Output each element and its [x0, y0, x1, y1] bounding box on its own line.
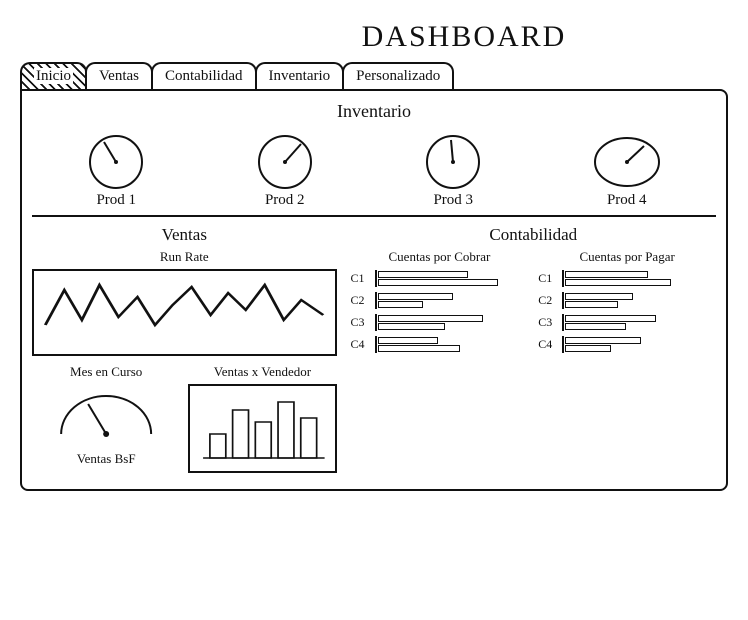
mes-en-curso-panel: Mes en Curso Ventas BsF: [32, 362, 180, 473]
bar-category-label: C4: [538, 337, 558, 352]
gauge-icon: [582, 130, 672, 190]
ventas-panel: Ventas Run Rate Mes en Curso Ventas BsF: [32, 225, 337, 473]
page-title: DASHBOARD: [20, 20, 728, 54]
bar-group: [375, 336, 529, 353]
gauge-icon: [76, 130, 156, 190]
inventory-title: Inventario: [32, 101, 716, 122]
gauge-label: Prod 4: [582, 192, 672, 209]
gauge-icon: [413, 130, 493, 190]
cuentas-cobrar-title: Cuentas por Cobrar: [351, 249, 529, 265]
bar: [565, 337, 640, 344]
bar: [378, 271, 468, 278]
bar-category-label: C2: [538, 293, 558, 308]
bar: [378, 279, 499, 286]
bar: [378, 337, 438, 344]
tab-contabilidad[interactable]: Contabilidad: [151, 62, 257, 89]
tab-inventario[interactable]: Inventario: [255, 62, 345, 89]
bar-category-label: C3: [538, 315, 558, 330]
ventas-vendedor-panel: Ventas x Vendedor: [188, 362, 336, 473]
bar-row: C3: [351, 314, 529, 331]
tab-inicio[interactable]: Inicio: [20, 62, 87, 89]
bar-group: [562, 292, 716, 309]
inventory-gauge: Prod 1: [76, 130, 156, 209]
contabilidad-title: Contabilidad: [351, 225, 716, 245]
tab-bar: Inicio Ventas Contabilidad Inventario Pe…: [20, 62, 728, 89]
bar-row: C2: [351, 292, 529, 309]
tab-label: Personalizado: [356, 68, 440, 84]
contabilidad-panel: Contabilidad Cuentas por Cobrar C1 C2 C3 C4…: [351, 225, 716, 473]
bar-row: C4: [351, 336, 529, 353]
mes-en-curso-footer: Ventas BsF: [32, 451, 180, 467]
bar: [565, 293, 633, 300]
bar-group: [562, 270, 716, 287]
gauge-label: Prod 2: [245, 192, 325, 209]
bar-group: [375, 292, 529, 309]
bar-row: C4: [538, 336, 716, 353]
bar: [378, 293, 453, 300]
bar-group: [562, 336, 716, 353]
cuentas-pagar-panel: Cuentas por Pagar C1 C2 C3 C4: [538, 249, 716, 358]
bar: [378, 315, 484, 322]
bar: [565, 323, 625, 330]
gauge-icon: [245, 130, 325, 190]
bar-group: [562, 314, 716, 331]
ventas-vendedor-title: Ventas x Vendedor: [188, 364, 336, 380]
bar-category-label: C1: [538, 271, 558, 286]
ventas-title: Ventas: [32, 225, 337, 245]
gauge-label: Prod 1: [76, 192, 156, 209]
inventory-row: Prod 1 Prod 2 Prod 3 Prod 4: [32, 130, 716, 217]
cuentas-cobrar-panel: Cuentas por Cobrar C1 C2 C3 C4: [351, 249, 529, 358]
cuentas-pagar-title: Cuentas por Pagar: [538, 249, 716, 265]
bar-group: [375, 314, 529, 331]
tab-label: Contabilidad: [165, 68, 243, 84]
ventas-vendedor-chart: [188, 384, 336, 473]
inventory-gauge: Prod 4: [582, 130, 672, 209]
run-rate-title: Run Rate: [32, 249, 337, 265]
tab-ventas[interactable]: Ventas: [85, 62, 153, 89]
bar-row: C1: [538, 270, 716, 287]
bar: [565, 271, 648, 278]
inventory-gauge: Prod 3: [413, 130, 493, 209]
mes-en-curso-title: Mes en Curso: [32, 364, 180, 380]
bar: [565, 301, 618, 308]
bar-category-label: C4: [351, 337, 371, 352]
run-rate-chart: [32, 269, 337, 356]
tab-personalizado[interactable]: Personalizado: [342, 62, 454, 89]
tab-label: Inventario: [269, 68, 331, 84]
bar: [565, 315, 655, 322]
bar: [565, 345, 610, 352]
bar-group: [375, 270, 529, 287]
bar: [378, 323, 446, 330]
bar-category-label: C2: [351, 293, 371, 308]
bar: [378, 345, 461, 352]
bar: [378, 301, 423, 308]
bar-row: C3: [538, 314, 716, 331]
bar: [565, 279, 671, 286]
bar-row: C1: [351, 270, 529, 287]
bar-row: C2: [538, 292, 716, 309]
mes-en-curso-gauge: [32, 384, 180, 444]
tab-label: Ventas: [99, 68, 139, 84]
bar-category-label: C1: [351, 271, 371, 286]
tab-label: Inicio: [34, 68, 73, 84]
dashboard-frame: Inventario Prod 1 Prod 2 Prod: [20, 89, 728, 491]
inventory-gauge: Prod 2: [245, 130, 325, 209]
bar-category-label: C3: [351, 315, 371, 330]
gauge-label: Prod 3: [413, 192, 493, 209]
